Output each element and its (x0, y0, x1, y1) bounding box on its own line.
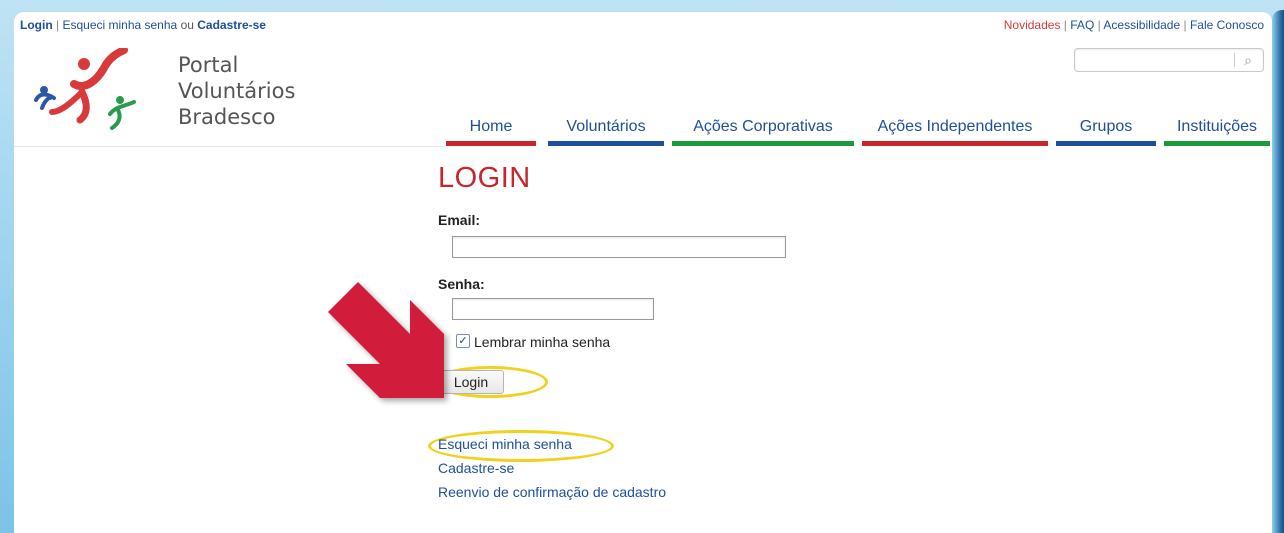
header-divider (14, 146, 444, 147)
menu-item-label: Voluntários (566, 118, 646, 135)
menu-item-grupos[interactable]: Grupos (1056, 116, 1156, 146)
portal-logo (34, 48, 136, 130)
menu-item-label: Home (469, 118, 513, 135)
menu-underline (672, 141, 854, 146)
pointer-arrow-icon (328, 282, 444, 398)
accessibility-link[interactable]: Acessibilidade (1103, 18, 1180, 32)
separator: | (56, 18, 60, 32)
menu-item-label: Grupos (1079, 118, 1133, 135)
separator: | (1097, 18, 1101, 32)
page: Login | Esqueci minha senha ou Cadastre-… (14, 12, 1272, 533)
search-field[interactable]: ⌕ (1074, 48, 1264, 72)
menu-item-label: Instituições (1176, 118, 1258, 135)
menu-item-label: Ações Independentes (877, 118, 1033, 135)
email-field[interactable] (452, 236, 786, 258)
faq-link[interactable]: FAQ (1070, 18, 1094, 32)
menu-underline (1056, 141, 1156, 146)
brand-line-3: Bradesco (178, 105, 276, 129)
menu-item-acoes-independentes[interactable]: Ações Independentes (862, 116, 1048, 146)
signup-link[interactable]: Cadastre-se (438, 460, 514, 476)
top-signup-link[interactable]: Cadastre-se (197, 18, 266, 32)
separator: | (1063, 18, 1067, 32)
top-left-links: Login | Esqueci minha senha ou Cadastre-… (20, 18, 266, 32)
top-login-link[interactable]: Login (20, 18, 53, 32)
search-divider (1234, 53, 1235, 67)
menu-underline (862, 141, 1048, 146)
brand-title: Portal Voluntários Bradesco (178, 52, 295, 130)
menu-item-voluntarios[interactable]: Voluntários (548, 116, 664, 146)
brand-line-1: Portal (178, 53, 239, 77)
brand-line-2: Voluntários (178, 79, 296, 103)
search-icon[interactable]: ⌕ (1239, 51, 1257, 69)
password-field[interactable] (452, 298, 654, 320)
search-input[interactable] (1081, 51, 1225, 69)
top-right-links: Novidades | FAQ | Acessibilidade | Fale … (1004, 18, 1264, 32)
separator: | (1183, 18, 1187, 32)
menu-item-acoes-corporativas[interactable]: Ações Corporativas (672, 116, 854, 146)
contact-link[interactable]: Fale Conosco (1190, 18, 1264, 32)
menu-item-home[interactable]: Home (446, 116, 536, 146)
menu-item-label: Ações Corporativas (693, 118, 833, 135)
remember-checkbox[interactable]: ✓ (456, 334, 470, 348)
or-text: ou (180, 18, 194, 32)
window-edge (1272, 10, 1284, 533)
top-forgot-password-link[interactable]: Esqueci minha senha (62, 18, 177, 32)
menu-item-instituicoes[interactable]: Instituições (1164, 116, 1270, 146)
resend-confirmation-link[interactable]: Reenvio de confirmação de cadastro (438, 484, 666, 500)
forgot-password-link[interactable]: Esqueci minha senha (438, 436, 572, 452)
menu-underline (1164, 141, 1270, 146)
news-link[interactable]: Novidades (1004, 18, 1061, 32)
menu-underline (548, 141, 664, 146)
menu-underline (446, 141, 536, 146)
page-title: LOGIN (438, 162, 531, 194)
remember-label: Lembrar minha senha (474, 334, 611, 350)
email-label: Email: (438, 212, 481, 228)
